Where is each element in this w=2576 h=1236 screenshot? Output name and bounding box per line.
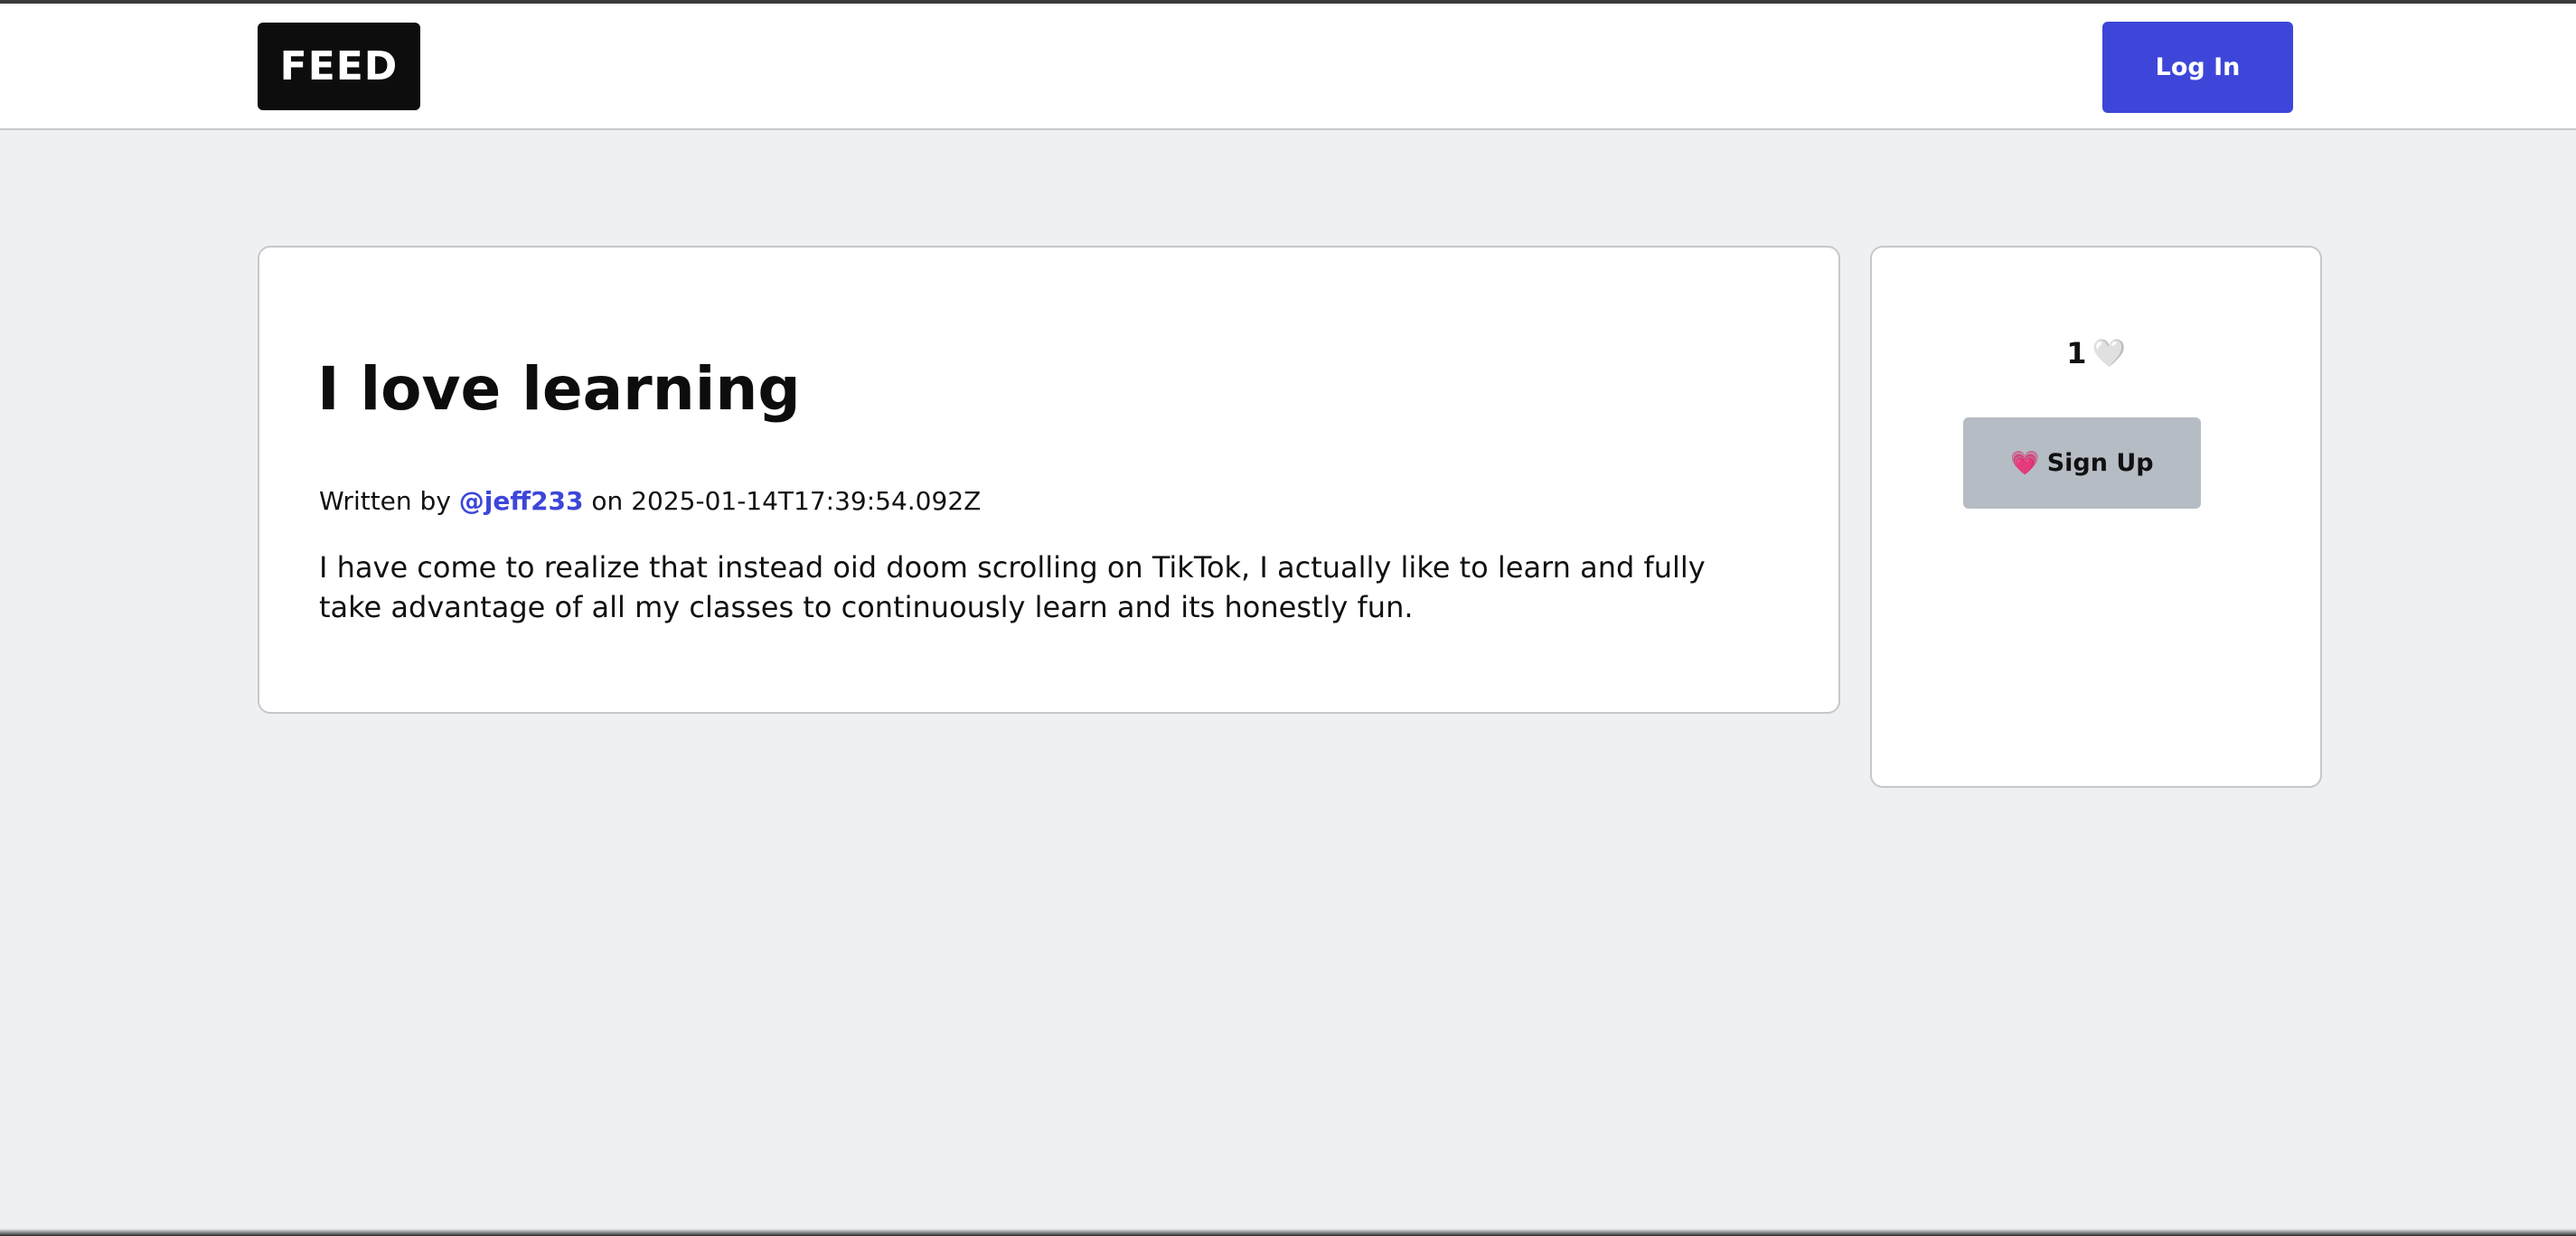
feed-logo[interactable]: FEED: [258, 23, 420, 110]
post-card: I love learning Written by @jeff233 on 2…: [258, 246, 1840, 714]
byline-prefix: Written by: [319, 486, 459, 516]
signup-button[interactable]: 💗 Sign Up: [1963, 417, 2201, 509]
login-button[interactable]: Log In: [2102, 22, 2293, 113]
top-navbar: FEED Log In: [0, 4, 2576, 130]
post-byline: Written by @jeff233 on 2025-01-14T17:39:…: [319, 486, 981, 516]
like-count: 1: [2066, 336, 2087, 370]
author-link[interactable]: @jeff233: [459, 486, 584, 516]
like-sidebar-card: 1 🤍 💗 Sign Up: [1870, 246, 2322, 788]
like-counter: 1 🤍: [1872, 336, 2320, 370]
post-date: 2025-01-14T17:39:54.092Z: [631, 486, 982, 516]
sparkling-heart-icon: 💗: [2010, 449, 2040, 477]
window-bottom-edge: [0, 1229, 2576, 1236]
white-heart-icon: 🤍: [2092, 337, 2126, 370]
byline-date-prefix: on: [583, 486, 632, 516]
signup-button-label: Sign Up: [2046, 449, 2154, 477]
post-title: I love learning: [317, 354, 801, 424]
post-body: I have come to realize that instead oid …: [319, 550, 1706, 624]
